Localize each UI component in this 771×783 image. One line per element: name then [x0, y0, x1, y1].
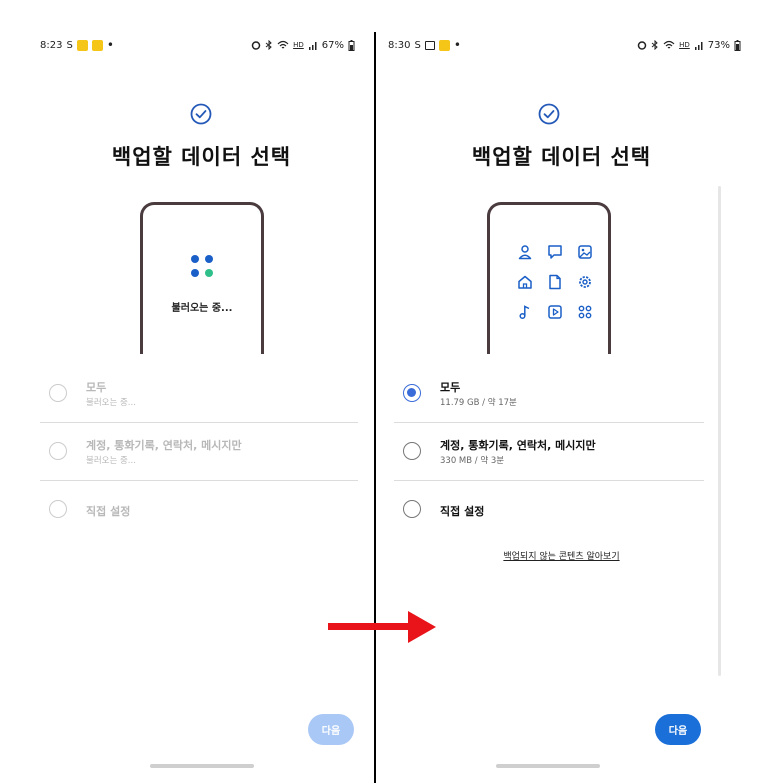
- bluetooth-icon: [651, 40, 658, 50]
- s-icon: S: [414, 39, 421, 51]
- video-icon: [540, 297, 570, 327]
- more-notifications-icon: •: [106, 38, 114, 52]
- wifi-icon: [663, 40, 675, 49]
- option-essentials[interactable]: 계정, 통화기록, 연락처, 메시지만 330 MB / 약 3분: [394, 423, 704, 481]
- check-circle-icon: [190, 103, 212, 125]
- gallery-notification-icon: [424, 40, 435, 50]
- radio-button-selected[interactable]: [403, 384, 421, 402]
- bluetooth-icon: [265, 40, 272, 50]
- battery-icon: [734, 39, 741, 51]
- option-essentials[interactable]: 계정, 통화기록, 연락처, 메시지만 불러오는 중...: [40, 423, 358, 481]
- s-icon: S: [66, 39, 73, 51]
- phone-illustration: 불러오는 중...: [140, 202, 264, 354]
- radio-button[interactable]: [403, 500, 421, 518]
- person-icon: [510, 237, 540, 267]
- loading-text: 불러오는 중...: [171, 303, 233, 314]
- battery-icon: [348, 39, 355, 51]
- battery-percent: 73%: [707, 39, 730, 51]
- check-circle-icon: [538, 103, 560, 125]
- radio-button[interactable]: [49, 384, 67, 402]
- notification-app-icon: [91, 39, 103, 51]
- image-icon: [570, 237, 600, 267]
- wifi-icon: [277, 40, 289, 49]
- right-screen: 8:30 S • HD 73% 백업할 데이터 선택 모두 11.79 GB /…: [376, 0, 771, 783]
- battery-percent: 67%: [321, 39, 344, 51]
- transition-arrow-icon: [328, 611, 436, 643]
- option-sub: 불러오는 중...: [86, 456, 136, 466]
- status-time: 8:30: [388, 39, 411, 51]
- page-title: 백업할 데이터 선택: [471, 145, 652, 169]
- hd-icon: HD: [293, 41, 304, 49]
- notification-app-icon: [438, 39, 450, 51]
- signal-icon: [308, 42, 317, 50]
- status-time: 8:23: [40, 39, 63, 51]
- option-all[interactable]: 모두 불러오는 중...: [40, 365, 358, 423]
- alarm-icon: [637, 41, 647, 50]
- hd-icon: HD: [679, 41, 690, 49]
- option-label: 직접 설정: [86, 505, 131, 518]
- radio-button[interactable]: [403, 442, 421, 460]
- backup-options: 모두 11.79 GB / 약 17분 계정, 통화기록, 연락처, 메시지만 …: [394, 365, 704, 539]
- home-indicator[interactable]: [150, 764, 254, 768]
- loading-indicator: [188, 252, 216, 280]
- option-label: 직접 설정: [440, 505, 485, 518]
- more-notifications-icon: •: [453, 38, 461, 52]
- notification-app-icon: [76, 39, 88, 51]
- learn-more-link[interactable]: 백업되지 않는 콘텐츠 알아보기: [364, 549, 759, 562]
- phone-illustration: [487, 202, 611, 354]
- radio-button[interactable]: [49, 500, 67, 518]
- option-custom[interactable]: 직접 설정: [40, 481, 358, 539]
- option-label: 계정, 통화기록, 연락처, 메시지만: [86, 439, 242, 452]
- page-title: 백업할 데이터 선택: [111, 145, 292, 169]
- next-button[interactable]: 다음: [655, 714, 701, 745]
- music-icon: [510, 297, 540, 327]
- option-sub: 11.79 GB / 약 17분: [440, 398, 517, 408]
- option-label: 모두: [86, 381, 107, 394]
- chat-icon: [540, 237, 570, 267]
- alarm-icon: [251, 41, 261, 50]
- backup-options: 모두 불러오는 중... 계정, 통화기록, 연락처, 메시지만 불러오는 중.…: [40, 365, 358, 539]
- radio-button[interactable]: [49, 442, 67, 460]
- option-all[interactable]: 모두 11.79 GB / 약 17분: [394, 365, 704, 423]
- apps-icon: [570, 297, 600, 327]
- signal-icon: [694, 42, 703, 50]
- status-bar: 8:30 S • HD 73%: [388, 38, 741, 52]
- left-screen: 8:23 S • HD 67% 백업할 데이터 선택 불러오는 중... 모두 …: [0, 0, 375, 783]
- home-indicator[interactable]: [496, 764, 600, 768]
- option-sub: 불러오는 중...: [86, 398, 136, 408]
- home-icon: [510, 267, 540, 297]
- app-icon-grid: [510, 237, 600, 327]
- option-sub: 330 MB / 약 3분: [440, 456, 505, 466]
- settings-icon: [570, 267, 600, 297]
- option-label: 계정, 통화기록, 연락처, 메시지만: [440, 439, 596, 452]
- status-bar: 8:23 S • HD 67%: [40, 38, 355, 52]
- next-button[interactable]: 다음: [308, 714, 354, 745]
- option-custom[interactable]: 직접 설정: [394, 481, 704, 539]
- scrollbar[interactable]: [718, 186, 721, 676]
- option-label: 모두: [440, 381, 461, 394]
- document-icon: [540, 267, 570, 297]
